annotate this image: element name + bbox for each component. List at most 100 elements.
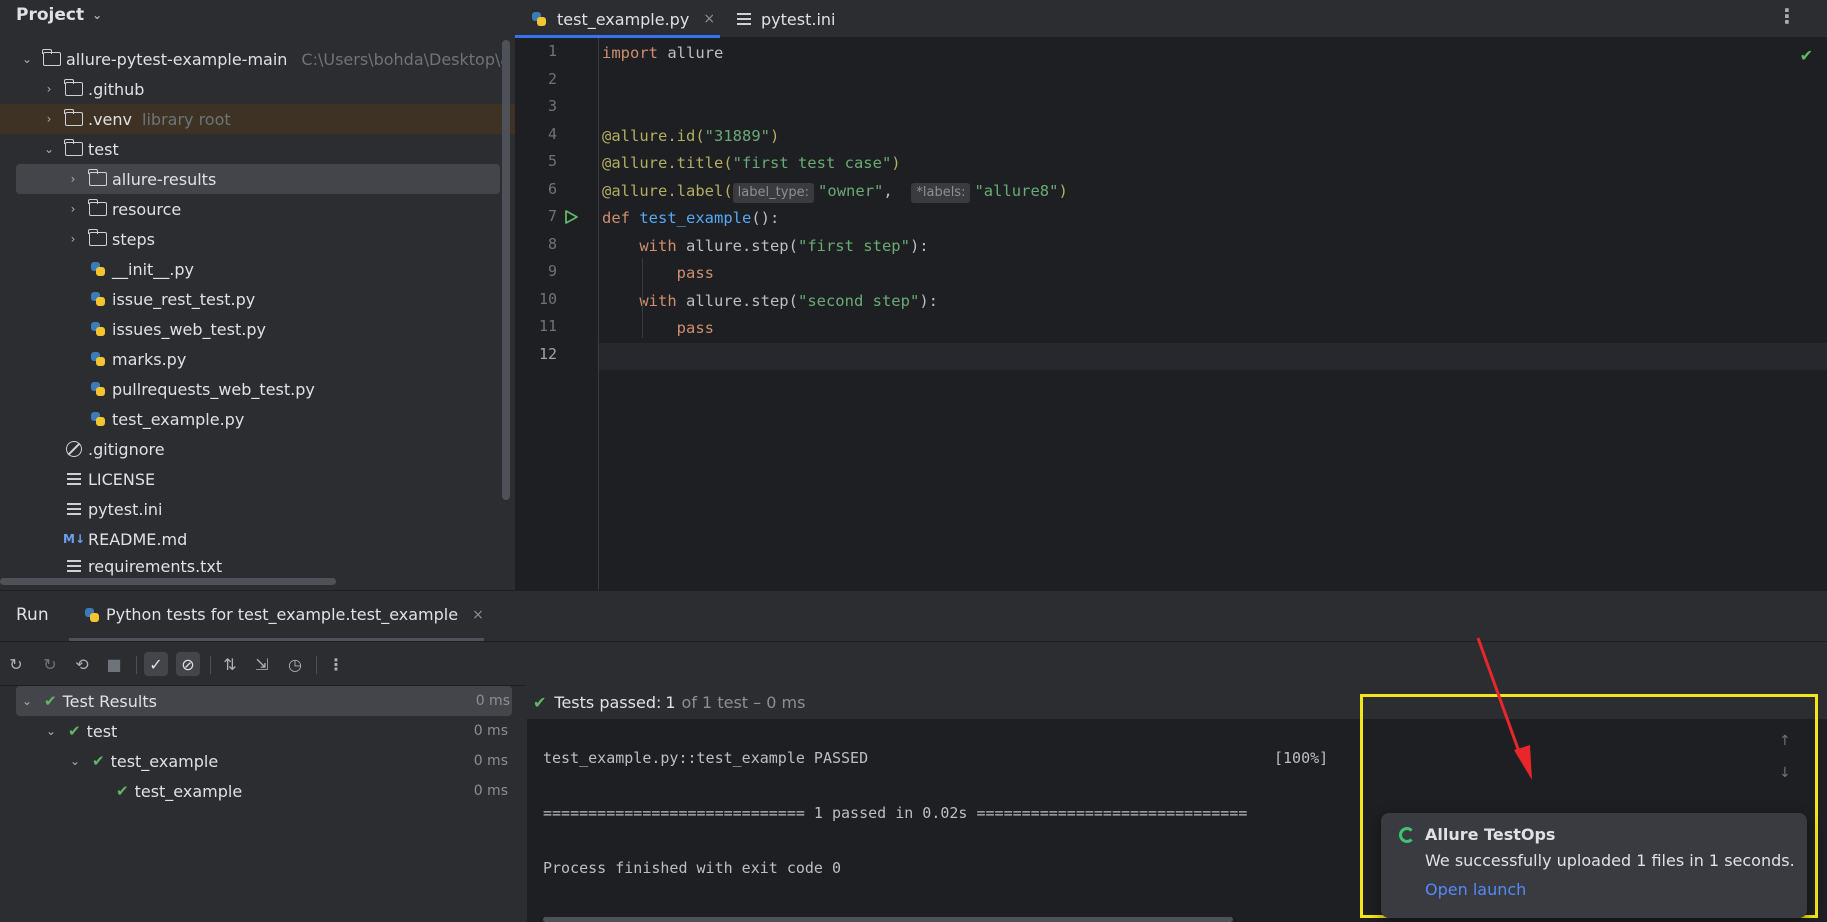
code-line-8[interactable]: with allure.step("first step"): [602,233,928,260]
tab-test-example-py[interactable]: test_example.py × [531,0,715,38]
close-icon[interactable]: × [472,607,484,623]
code-line-9[interactable]: pass [602,260,714,287]
result-time: 0 ms [473,723,508,739]
chevron-down-icon[interactable]: ⌄ [92,8,102,22]
tree-item-label: requirements.txt [88,556,223,576]
collapse-all-icon[interactable]: ⇲ [250,652,274,676]
tree-item-pytest-ini[interactable]: pytest.ini [0,494,515,524]
tree-item-license[interactable]: LICENSE [0,464,515,494]
python-file-icon [90,321,106,337]
chevron-right-icon[interactable]: › [42,112,56,126]
ignored-file-icon [66,441,82,457]
line-number: 12 [538,344,557,363]
code-line-7[interactable]: def test_example(): [602,205,779,232]
chevron-down-icon[interactable]: ⌄ [20,694,34,708]
folder-icon [88,199,107,216]
tree-item-test-example[interactable]: test_example.py [0,404,515,434]
python-file-icon [90,261,106,277]
tree-item-label: .venv [88,109,133,129]
chevron-down-icon[interactable]: ⌄ [42,142,56,156]
chevron-right-icon[interactable]: › [66,202,80,216]
tree-item-github[interactable]: › .github [0,74,515,104]
chevron-right-icon[interactable]: › [66,172,80,186]
chevron-down-icon[interactable]: ⌄ [68,754,82,768]
toggle-auto-test-icon[interactable]: ⟲ [70,652,94,676]
code-line-10[interactable]: with allure.step("second step"): [602,288,938,315]
folder-icon [88,229,107,246]
tree-item-issues-web-test[interactable]: issues_web_test.py [0,314,515,344]
tree-item-steps[interactable]: › steps [0,224,515,254]
code-line-6[interactable]: @allure.label(label_type: "owner", *label… [602,178,1068,205]
rerun-failed-icon[interactable]: ↻ [38,652,62,676]
stop-icon[interactable]: ■ [102,652,126,676]
indent-guide [642,258,643,338]
tree-item-test[interactable]: ⌄ test [0,134,515,164]
allure-logo-icon [1399,827,1415,843]
tree-item-init-py[interactable]: __init__.py [0,254,515,284]
result-time: 0 ms [475,693,510,709]
check-icon: ✔ [92,752,105,770]
run-config-tab[interactable]: Python tests for test_example.test_examp… [84,605,484,624]
show-passed-icon[interactable]: ✓ [144,652,168,676]
line-number: 3 [547,97,557,115]
ini-file-icon [67,503,81,515]
tree-item-label: pytest.ini [88,499,163,519]
show-ignored-icon[interactable]: ⊘ [176,652,200,676]
parameter-hint: label_type: [732,182,815,203]
tree-item-venv[interactable]: › .venv library root [0,104,515,134]
tree-item-requirements[interactable]: requirements.txt [0,554,515,578]
tree-item-resource[interactable]: › resource [0,194,515,224]
project-header[interactable]: Project ⌄ [0,0,515,30]
tree-item-readme[interactable]: M↓ README.md [0,524,515,554]
tree-item-allure-results[interactable]: › allure-results [16,164,500,194]
folder-icon [64,79,83,96]
code-line-1[interactable]: import allure [602,40,723,67]
code-line-4[interactable]: @allure.id("31889") [602,123,779,150]
tree-item-issue-rest-test[interactable]: issue_rest_test.py [0,284,515,314]
tree-item-label: pullrequests_web_test.py [112,379,315,399]
status-count: 1 [665,692,676,712]
run-header: Run Python tests for test_example.test_e… [0,591,1827,641]
tree-item-pullrequests-web-test[interactable]: pullrequests_web_test.py [0,374,515,404]
open-launch-link[interactable]: Open launch [1425,880,1526,899]
rerun-icon[interactable]: ↻ [4,652,28,676]
line-number: 5 [547,152,557,170]
chevron-down-icon[interactable]: ⌄ [44,724,58,738]
code-line-11[interactable]: pass [602,315,714,342]
inspection-ok-icon[interactable]: ✔ [1800,46,1813,65]
close-icon[interactable]: × [703,11,715,27]
chevron-right-icon[interactable]: › [42,82,56,96]
history-icon[interactable]: ◷ [283,652,307,676]
result-row-case[interactable]: ✔ test_example 0 ms [0,776,510,806]
tree-item-marks[interactable]: marks.py [0,344,515,374]
project-horizontal-scrollbar[interactable] [0,578,336,585]
tree-root[interactable]: ⌄ allure-pytest-example-main C:\Users\bo… [0,44,515,74]
tab-pytest-ini[interactable]: pytest.ini [737,0,835,38]
chevron-right-icon[interactable]: › [66,232,80,246]
tree-item-label: __init__.py [112,259,195,279]
chevron-down-icon[interactable]: ⌄ [20,52,34,66]
project-title: Project [16,5,85,25]
console-horizontal-scrollbar[interactable] [543,917,1233,922]
result-row-test[interactable]: ⌄ ✔ test 0 ms [0,716,510,746]
python-file-icon [531,11,547,27]
editor: test_example.py × pytest.ini ⋮ 1 2 3 4 5… [515,0,1827,590]
more-vertical-icon[interactable]: ⋮ [1777,4,1797,28]
tree-item-gitignore[interactable]: .gitignore [0,434,515,464]
result-row-module[interactable]: ⌄ ✔ test_example 0 ms [0,746,510,776]
python-tests-icon [84,607,100,623]
code-line-5[interactable]: @allure.title("first test case") [602,150,901,177]
console-line: Process finished with exit code 0 [543,859,842,877]
line-number: 10 [538,289,557,308]
tree-item-label: README.md [88,529,188,549]
tree-item-label: issue_rest_test.py [112,289,256,309]
result-label: Test Results [62,691,157,711]
sort-icon[interactable]: ⇅ [218,652,242,676]
run-test-icon[interactable] [563,209,579,225]
project-vertical-scrollbar[interactable] [502,40,510,500]
library-root-hint: library root [142,109,231,129]
line-number: 11 [538,317,557,335]
result-row-root[interactable]: ⌄ ✔ Test Results 0 ms [16,686,512,716]
more-vertical-icon[interactable]: ⋮ [324,652,348,676]
run-title: Run [16,605,49,625]
